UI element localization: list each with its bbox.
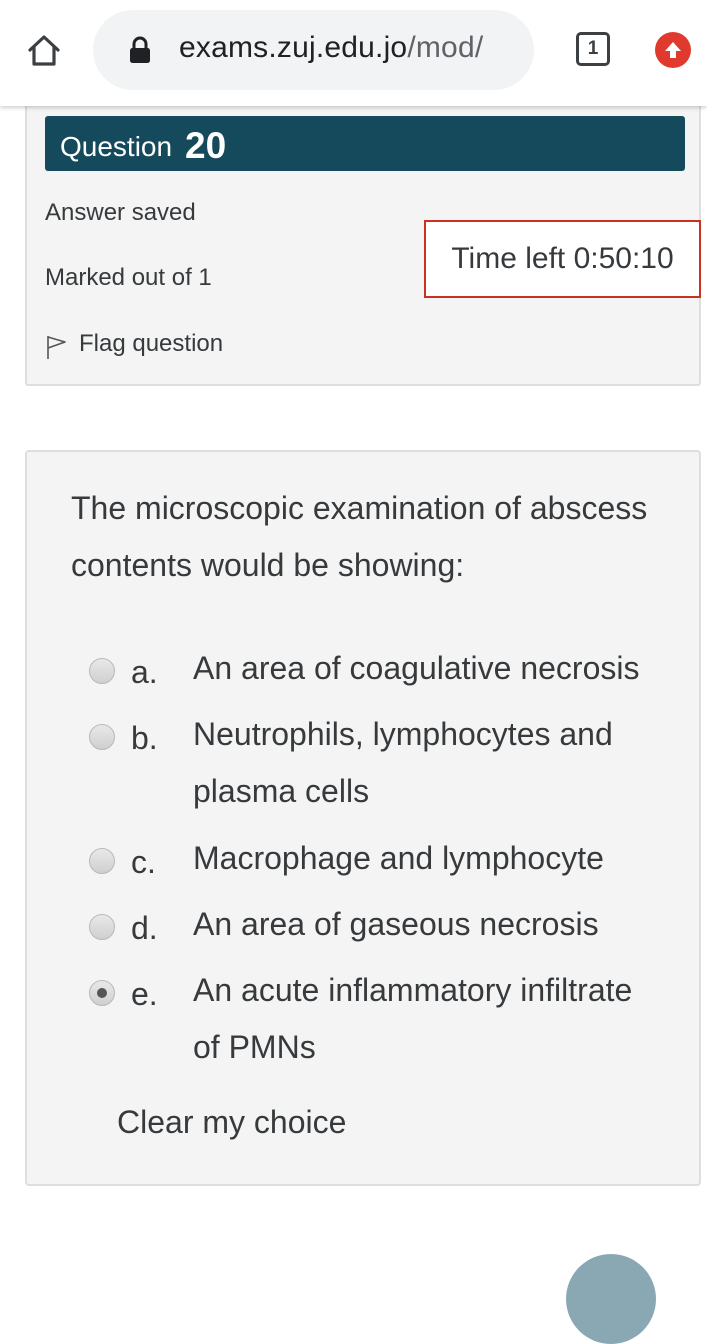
clear-choice-link[interactable]: Clear my choice [117,1104,346,1141]
option-text: Macrophage and lymphocyte [193,830,673,887]
option-text: An area of coagulative necrosis [193,640,673,697]
question-text-line: contents would be showing: [71,547,465,583]
option-letter: a. [131,654,158,690]
timer-text: Time left 0:50:10 [451,242,674,275]
radio-button[interactable] [89,724,115,750]
radio-button[interactable] [89,658,115,684]
option-text-line: An area of coagulative necrosis [193,650,640,686]
question-marks: Marked out of 1 [45,264,212,291]
option-letter: d. [131,910,158,946]
question-text: The microscopic examination of abscess c… [71,480,671,594]
quiz-timer: Time left 0:50:10 [424,220,701,298]
flag-icon [47,336,66,359]
option-text-line: Neutrophils, lymphocytes and [193,716,613,752]
answer-status: Answer saved [45,199,196,226]
radio-button[interactable] [89,914,115,940]
radio-button[interactable] [89,848,115,874]
home-button[interactable] [22,28,66,72]
tab-switcher-button[interactable]: 1 [576,32,610,66]
option-text: An area of gaseous necrosis [193,896,673,953]
option-text-line: plasma cells [193,773,370,809]
home-icon [28,35,60,66]
option-letter: e. [131,976,158,1012]
browser-toolbar: exams.zuj.edu.jo/mod/ 1 [0,0,707,106]
flag-question-label: Flag question [79,330,224,357]
option-text: An acute inflammatory infiltrate of PMNs [193,962,673,1076]
question-label: Question [60,131,173,162]
option-text-line: of PMNs [193,1029,316,1065]
question-text-line: The microscopic examination of abscess [71,490,648,526]
question-number-header: Question 20 [45,116,685,171]
tab-count: 1 [587,38,599,59]
flag-question-link[interactable]: Flag question [45,327,223,361]
question-content-panel: The microscopic examination of abscess c… [25,450,701,1186]
url-path: /mod/ [407,31,484,64]
question-number: 20 [185,125,227,166]
option-text: Neutrophils, lymphocytes and plasma cell… [193,706,673,820]
arrow-up-icon [665,42,681,58]
option-text-line: An area of gaseous necrosis [193,906,599,942]
url-text: exams.zuj.edu.jo/mod/ [179,31,483,65]
floating-action-button[interactable] [566,1254,656,1344]
option-text-line: An acute inflammatory infiltrate [193,972,633,1008]
update-button[interactable] [655,32,691,68]
option-letter: b. [131,720,158,756]
option-letter: c. [131,844,156,880]
radio-button-selected[interactable] [89,980,115,1006]
lock-icon [130,36,150,63]
address-bar[interactable]: exams.zuj.edu.jo/mod/ [93,10,534,90]
option-text-line: Macrophage and lymphocyte [193,840,604,876]
url-host: exams.zuj.edu.jo [179,31,408,64]
